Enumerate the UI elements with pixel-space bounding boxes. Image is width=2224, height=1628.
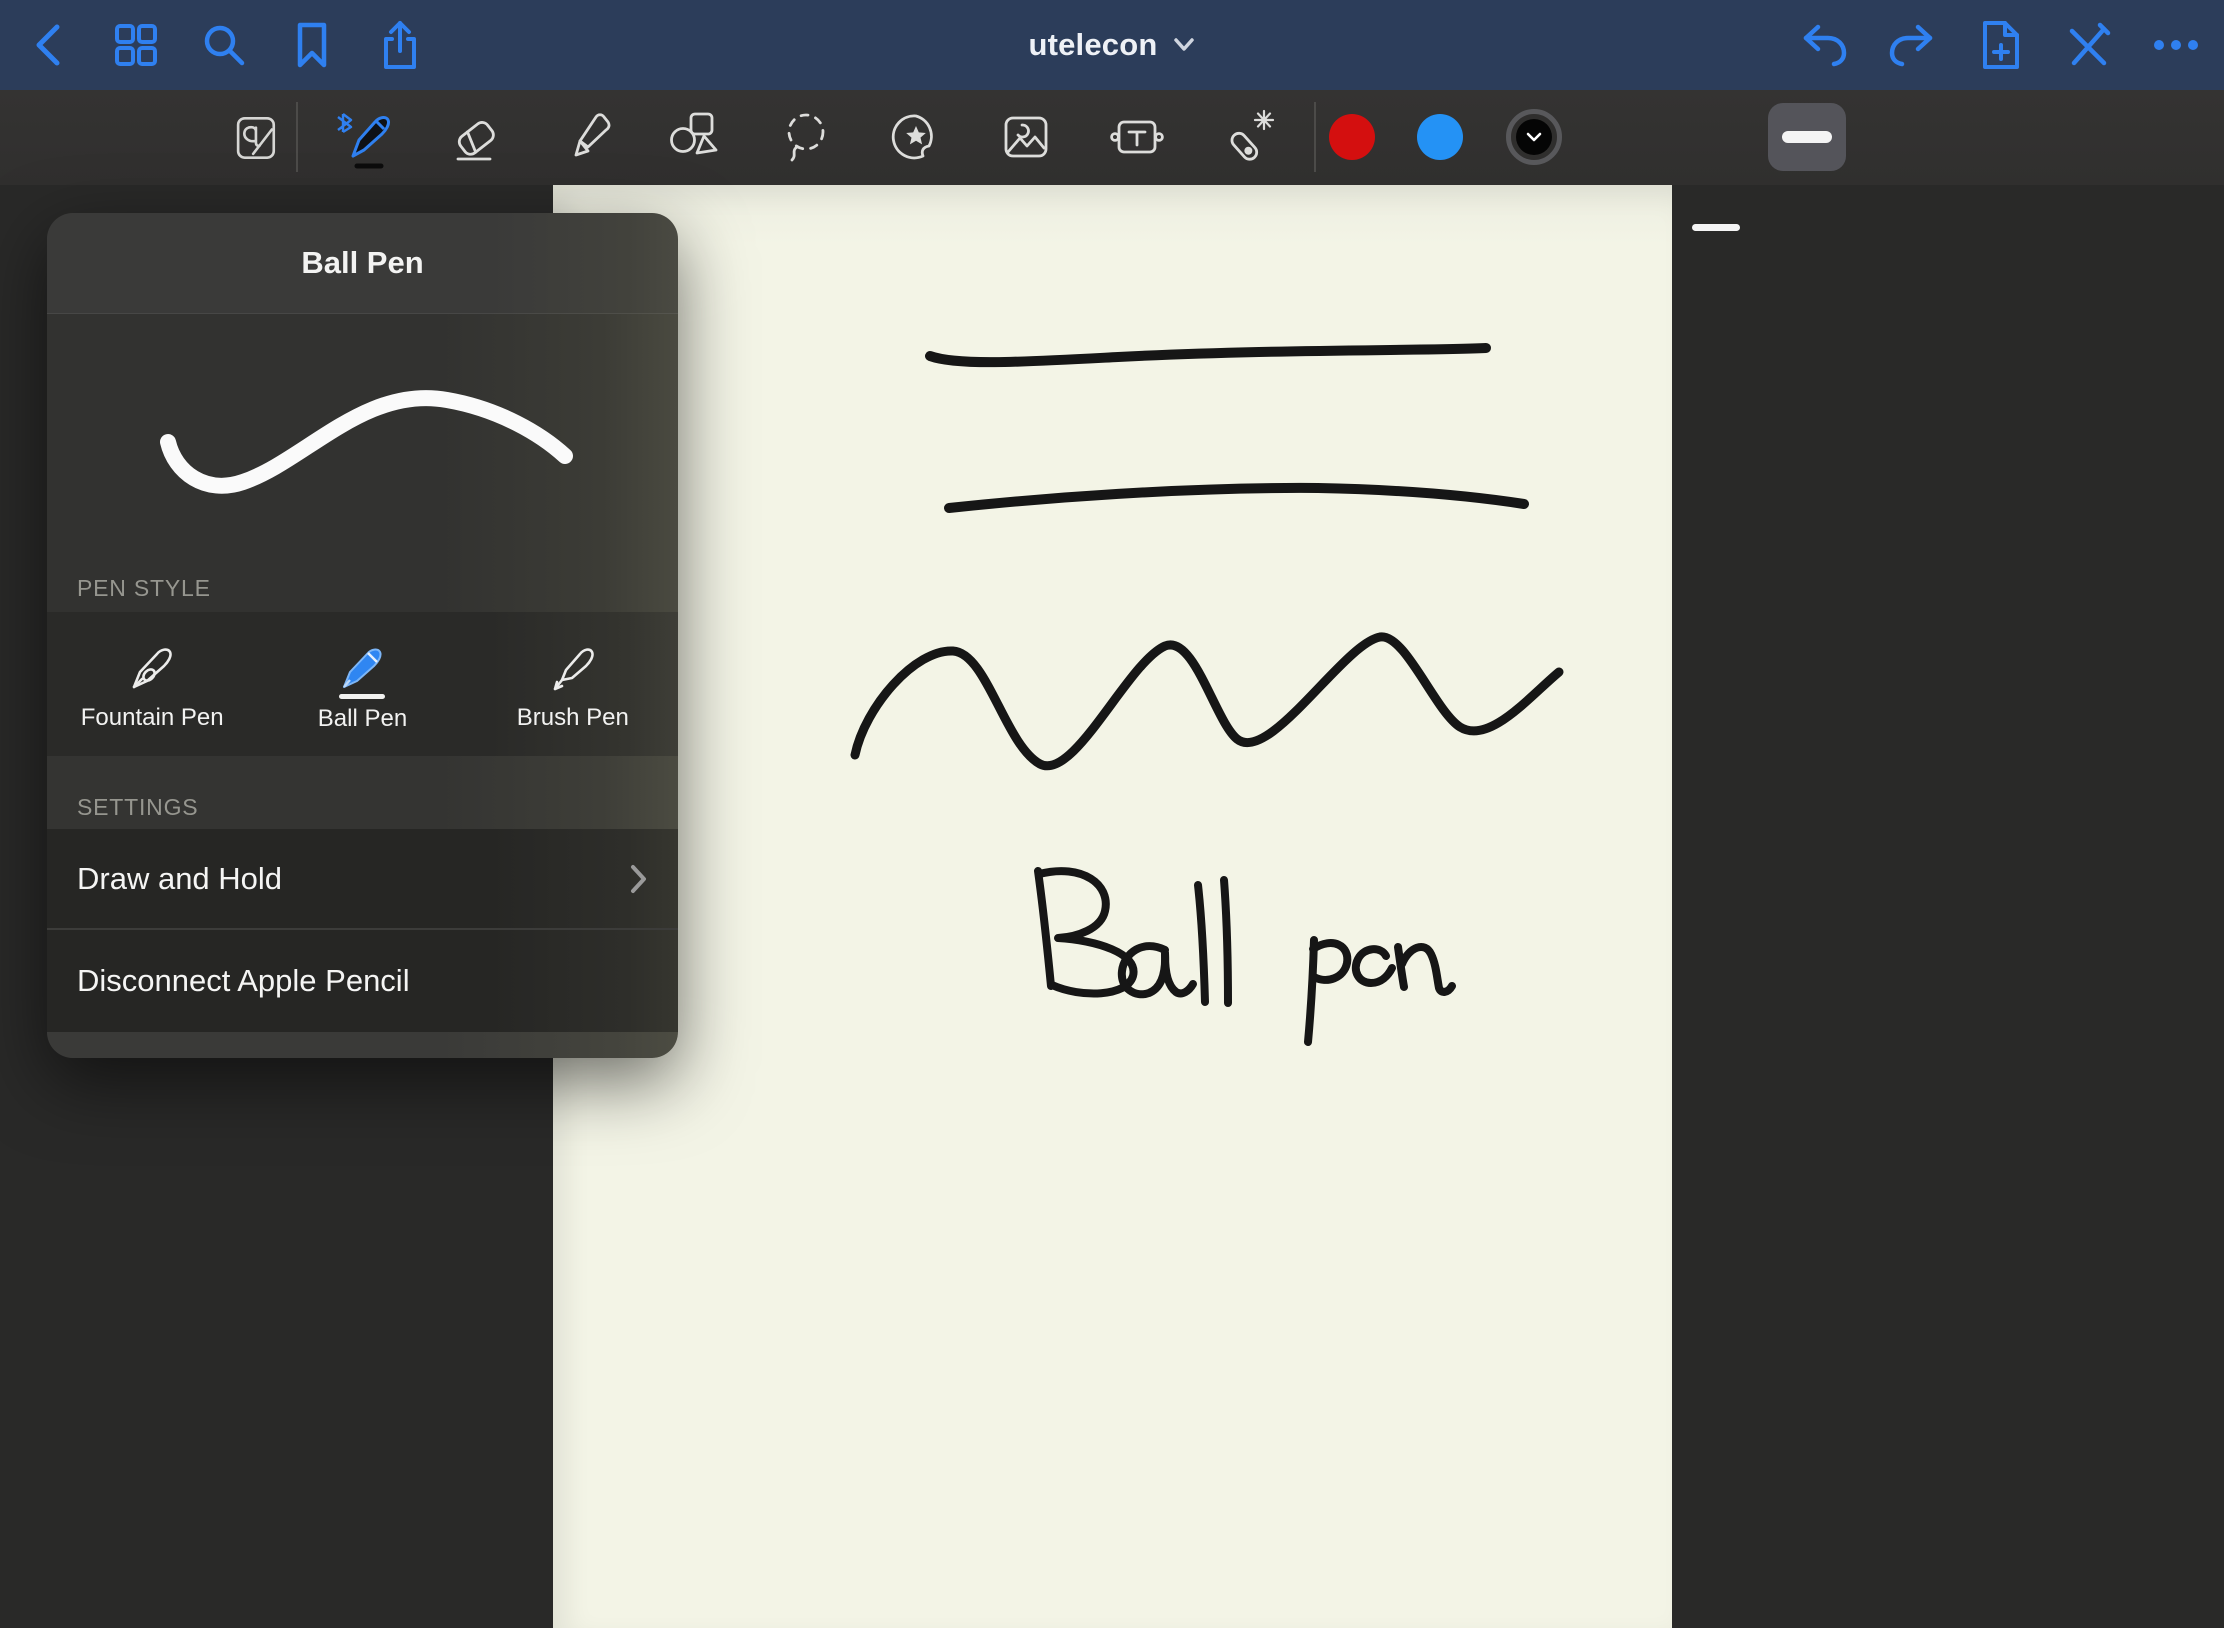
toolbar-separator [296,102,298,172]
chevron-right-icon [630,863,648,895]
shapes-icon [663,105,727,169]
ink-line-2 [949,488,1524,508]
text-tool[interactable] [1105,105,1169,169]
more-icon [2152,38,2200,52]
chevron-down-icon [1172,37,1196,53]
sticker-icon [884,105,948,169]
preview-wave [47,314,678,612]
search-button[interactable] [198,19,250,71]
pen-style-row: Fountain Pen Ball Pen Brush Pe [47,612,678,756]
pen-style-label: Ball Pen [318,705,407,733]
stroke-width-thick-selected[interactable] [1768,103,1846,171]
ink-line-1 [930,348,1486,362]
pen-icon [333,100,397,174]
stroke-width-thick [1782,131,1832,143]
settings-section-header: SETTINGS [47,756,678,829]
fountain-pen-icon [121,636,183,698]
bookmark-button[interactable] [286,19,338,71]
popup-footer [47,1032,678,1058]
handwriting-ball-pen [1038,871,1452,1042]
setting-draw-and-hold[interactable]: Draw and Hold [47,829,678,928]
back-icon [31,22,65,68]
setting-label: Disconnect Apple Pencil [77,963,410,999]
popup-title: Ball Pen [301,245,423,281]
chevron-down-icon [1525,131,1543,143]
thumbnails-button[interactable] [110,19,162,71]
color-swatch-blue[interactable] [1417,114,1463,160]
document-title[interactable]: utelecon [1028,27,1157,63]
stylus-toggle-button[interactable] [2062,19,2114,71]
more-button[interactable] [2150,19,2202,71]
goodnotes-app: utelecon [0,0,2224,1628]
pen-settings-popup: Ball Pen PEN STYLE Fountain Pen [47,213,678,1058]
share-button[interactable] [374,19,426,71]
pen-style-label: Fountain Pen [81,704,224,732]
color-swatch-red[interactable] [1329,114,1375,160]
pen-stroke-preview: PEN STYLE [47,314,678,612]
tools-toolbar [0,90,2224,185]
stroke-width-medium[interactable] [1692,224,1740,231]
selected-ink-underline [339,694,385,699]
pen-tool[interactable] [333,105,397,169]
text-icon [1105,105,1169,169]
redo-button[interactable] [1886,19,1938,71]
navbar-right-group [1798,19,2224,71]
brush-pen-icon [542,636,604,698]
laser-pointer-icon [1215,105,1279,169]
add-page-icon [1979,19,2021,71]
laser-pointer-tool[interactable] [1215,105,1279,169]
zoom-window-tool[interactable] [223,105,287,169]
image-icon [994,105,1058,169]
bookmark-icon [292,21,332,69]
pen-style-brush[interactable]: Brush Pen [468,612,678,756]
highlighter-tool[interactable] [556,105,620,169]
settings-section-label: SETTINGS [77,794,198,821]
sticker-tool[interactable] [884,105,948,169]
shapes-tool[interactable] [663,105,727,169]
lasso-tool[interactable] [775,105,839,169]
pen-style-fountain[interactable]: Fountain Pen [47,612,257,756]
navigation-bar: utelecon [0,0,2224,90]
setting-label: Draw and Hold [77,861,282,897]
color-swatch-black-selected[interactable] [1506,109,1562,165]
zoom-window-icon [225,107,285,167]
setting-disconnect-apple-pencil[interactable]: Disconnect Apple Pencil [47,928,678,1032]
navbar-left-group [0,19,426,71]
add-page-button[interactable] [1974,19,2026,71]
search-icon [201,22,247,68]
highlighter-icon [556,105,620,169]
ink-strokes [553,185,1672,1628]
color-swatch-black [1516,119,1552,155]
back-button[interactable] [22,19,74,71]
toolbar-separator [1314,102,1316,172]
pen-style-label: Brush Pen [517,704,629,732]
undo-button[interactable] [1798,19,1850,71]
popup-callout-arrow [305,213,425,214]
eraser-tool[interactable] [444,105,508,169]
share-icon [378,19,422,71]
popup-header: Ball Pen [47,213,678,314]
ball-pen-icon [331,636,393,698]
pen-style-ball-selected[interactable]: Ball Pen [257,612,467,756]
image-tool[interactable] [994,105,1058,169]
undo-icon [1800,23,1848,67]
note-page-canvas[interactable] [553,185,1672,1628]
pen-style-section-label: PEN STYLE [77,575,211,602]
eraser-icon [444,105,508,169]
ink-squiggle [855,637,1559,766]
grid-icon [113,22,159,68]
lasso-icon [775,105,839,169]
pen-disabled-icon [2064,21,2112,69]
redo-icon [1888,23,1936,67]
